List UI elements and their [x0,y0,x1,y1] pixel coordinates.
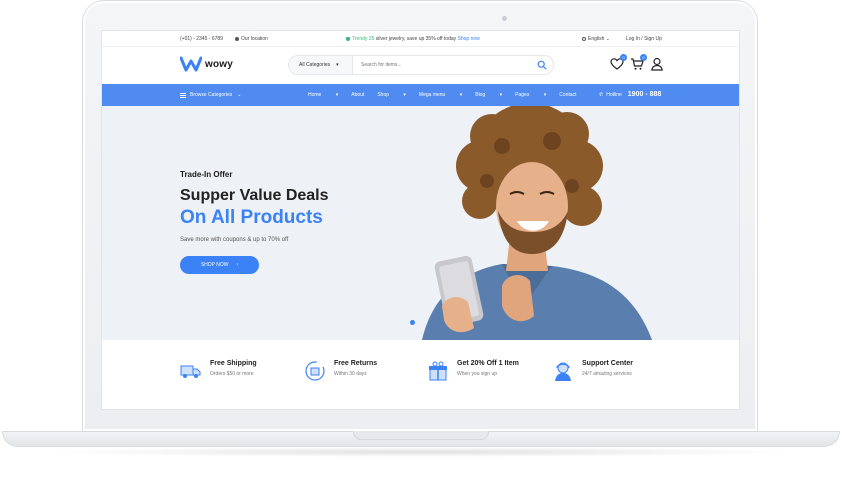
website-screen: (+01) - 2345 - 6789 Our location Trendy … [101,30,740,410]
main-nav: Browse Categories ⌄ Home ▾ About Shop ▾ … [102,84,739,106]
hero-image-man-with-phone [422,106,652,340]
hero-description: Save more with coupons & up to 70% off [180,237,289,243]
returns-icon [305,361,325,381]
language-selector[interactable]: English ⌄ [582,36,610,42]
chevron-down-icon: ⌄ [237,92,242,98]
feature-title: Support Center [582,360,633,367]
search-bar: All Categories ▾ [288,55,554,75]
nav-item-pages[interactable]: Pages ▾ [515,92,546,98]
laptop-shadow [40,447,802,457]
header-icons: 0 0 [610,54,664,71]
nav-item-label: Blog [475,92,486,98]
bell-icon [346,36,350,41]
shop-now-button[interactable]: SHOP NOW › [180,256,259,274]
nav-item-about[interactable]: About [351,92,364,98]
top-bar: (+01) - 2345 - 6789 Our location Trendy … [102,31,739,47]
browse-categories-label: Browse Categories [190,92,233,98]
phone-number[interactable]: (+01) - 2345 - 6789 [180,36,223,42]
feature-free-shipping: Free Shipping Orders $50 or more [180,360,257,382]
language-label: English [588,36,605,42]
nav-item-blog[interactable]: Blog ▾ [475,92,502,98]
feature-desc: 24/7 amazing services [582,371,632,377]
shop-now-label: SHOP NOW [200,262,229,268]
account-button[interactable] [650,57,664,71]
nav-item-contact[interactable]: Contact [559,92,576,98]
hero-subtitle: Trade-In Offer [180,170,233,179]
hotline[interactable]: ✆ Hotline 1900 - 888 [599,91,661,98]
support-agent-icon [555,362,571,381]
hotline-label: Hotline [606,91,622,98]
feature-title: Get 20% Off 1 Item [457,360,519,367]
category-select[interactable]: All Categories ▾ [289,56,353,74]
features-row: Free Shipping Orders $50 or more Free Re… [102,340,739,409]
cart-count-badge: 0 [640,54,647,61]
location-label: Our location [241,36,268,42]
nav-item-mega-menu[interactable]: Mega menu ▾ [419,92,462,98]
search-input[interactable] [361,62,531,68]
login-signup-link[interactable]: Log In / Sign Up [626,36,662,42]
hero-banner: Trade-In Offer Supper Value Deals On All… [102,106,739,340]
camera-icon [502,16,507,21]
user-icon [651,57,663,71]
feature-title: Free Shipping [210,360,257,367]
browse-categories-button[interactable]: Browse Categories ⌄ [180,92,241,98]
category-select-label: All Categories [299,62,331,68]
promo-shop-link[interactable]: Shop now [458,36,480,42]
hero-title-line2: On All Products [180,207,323,228]
feature-discount: Get 20% Off 1 Item When you sign up [427,360,519,382]
nav-item-home[interactable]: Home ▾ [308,92,338,98]
hero-title-line1: Supper Value Deals [180,187,329,204]
logo-text: wowy [205,58,234,70]
feature-free-returns: Free Returns Within 30 days [304,360,377,382]
laptop-notch [353,431,489,440]
chevron-down-icon: ⌄ [605,36,610,42]
location-link[interactable]: Our location [235,36,268,42]
nav-item-label: Home [308,92,322,98]
nav-item-label: Pages [515,92,530,98]
wishlist-count-badge: 0 [620,54,627,61]
hotline-number: 1900 - 888 [627,91,662,98]
phone-icon: ✆ [599,91,604,98]
promo-text: silver jewelry, save up 35% off today [374,36,458,42]
truck-icon [180,365,201,378]
globe-icon [582,36,586,41]
gift-box-icon [429,361,447,381]
header: wowy All Categories ▾ 0 [102,47,739,84]
feature-desc: Orders $50 or more [210,371,254,377]
nav-item-label: Shop [377,92,390,98]
slider-dot[interactable] [410,320,415,325]
logo-w-icon [180,56,202,72]
promo-highlight: Trendy 25 [352,36,375,42]
nav-item-shop[interactable]: Shop ▾ [377,92,406,98]
cart-button[interactable]: 0 [630,54,647,71]
promo-banner: Trendy 25 silver jewelry, save up 35% of… [346,36,480,42]
nav-menu: Home ▾ About Shop ▾ Mega menu ▾ Blog ▾ P… [308,92,589,98]
wishlist-button[interactable]: 0 [610,54,627,71]
feature-desc: Within 30 days [334,371,367,377]
menu-icon [180,92,186,98]
location-pin-icon [235,36,239,41]
feature-support: Support Center 24/7 amazing services [552,360,633,382]
feature-desc: When you sign up [457,371,498,377]
caret-down-icon: ▾ [336,62,339,68]
search-icon[interactable] [537,60,547,70]
logo[interactable]: wowy [180,56,233,72]
chevron-right-icon: › [236,262,239,268]
nav-item-label: Mega menu [418,92,446,98]
feature-title: Free Returns [334,360,378,367]
